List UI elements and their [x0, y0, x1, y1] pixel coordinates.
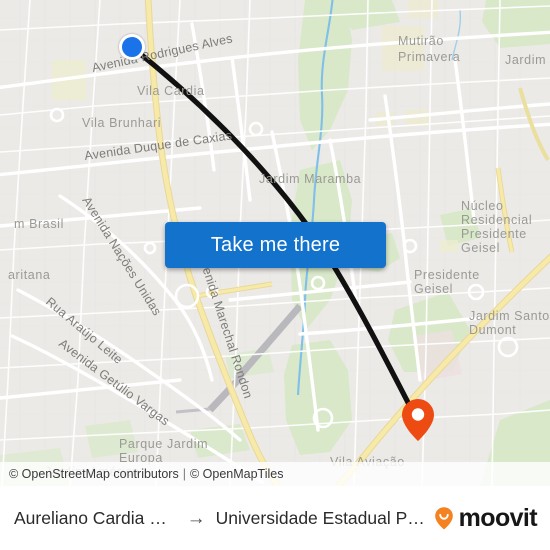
attribution-osm[interactable]: © OpenStreetMap contributors — [9, 467, 179, 481]
map-attribution: © OpenStreetMap contributors | © OpenMap… — [0, 462, 550, 486]
map-place-label: Jardim Maramba — [259, 172, 361, 186]
map-place-label: Presidente — [461, 227, 527, 241]
moovit-map-screen: Mutirão Primavera Jardim Redento Vila Cardi… — [0, 0, 550, 550]
take-me-there-button[interactable]: Take me there — [165, 222, 386, 268]
map-canvas[interactable]: Mutirão Primavera Jardim Redento Vila Cardi… — [0, 0, 550, 486]
map-place-label: Primavera — [398, 50, 460, 64]
map-place-label: Vila Cardia — [137, 84, 205, 98]
map-place-label: Presidente — [414, 268, 480, 282]
map-place-label: Mutirão — [398, 34, 444, 48]
map-place-label: Dumont — [469, 323, 516, 337]
take-me-there-label: Take me there — [210, 233, 341, 256]
map-place-label: m Brasil — [14, 217, 64, 231]
map-place-label: Residencial — [461, 213, 532, 227]
map-place-label: Jardim Santos — [469, 309, 550, 323]
destination-pin[interactable] — [401, 398, 435, 442]
moovit-logo: moovit — [431, 503, 538, 532]
attribution-separator: | — [182, 467, 186, 481]
origin-dot[interactable] — [119, 34, 145, 60]
route-footer: Aureliano Cardia Q... → Universidade Est… — [0, 486, 550, 550]
moovit-pin-icon — [434, 507, 453, 530]
map-place-label: Vila Brunhari — [82, 116, 161, 130]
destination-name: Universidade Estadual Pauli... — [215, 507, 431, 528]
map-place-label: Parque Jardim — [119, 437, 208, 451]
origin-name: Aureliano Cardia Q... — [14, 507, 177, 528]
map-place-label: Geisel — [461, 241, 500, 255]
map-place-label: Núcleo — [461, 199, 504, 213]
moovit-wordmark: moovit — [458, 503, 538, 532]
arrow-icon: → — [186, 507, 206, 529]
map-place-label: aritana — [8, 268, 50, 282]
attribution-maptiles[interactable]: © OpenMapTiles — [190, 467, 284, 481]
map-place-label: Geisel — [414, 282, 453, 296]
map-place-label: Jardim Redento — [505, 53, 550, 67]
